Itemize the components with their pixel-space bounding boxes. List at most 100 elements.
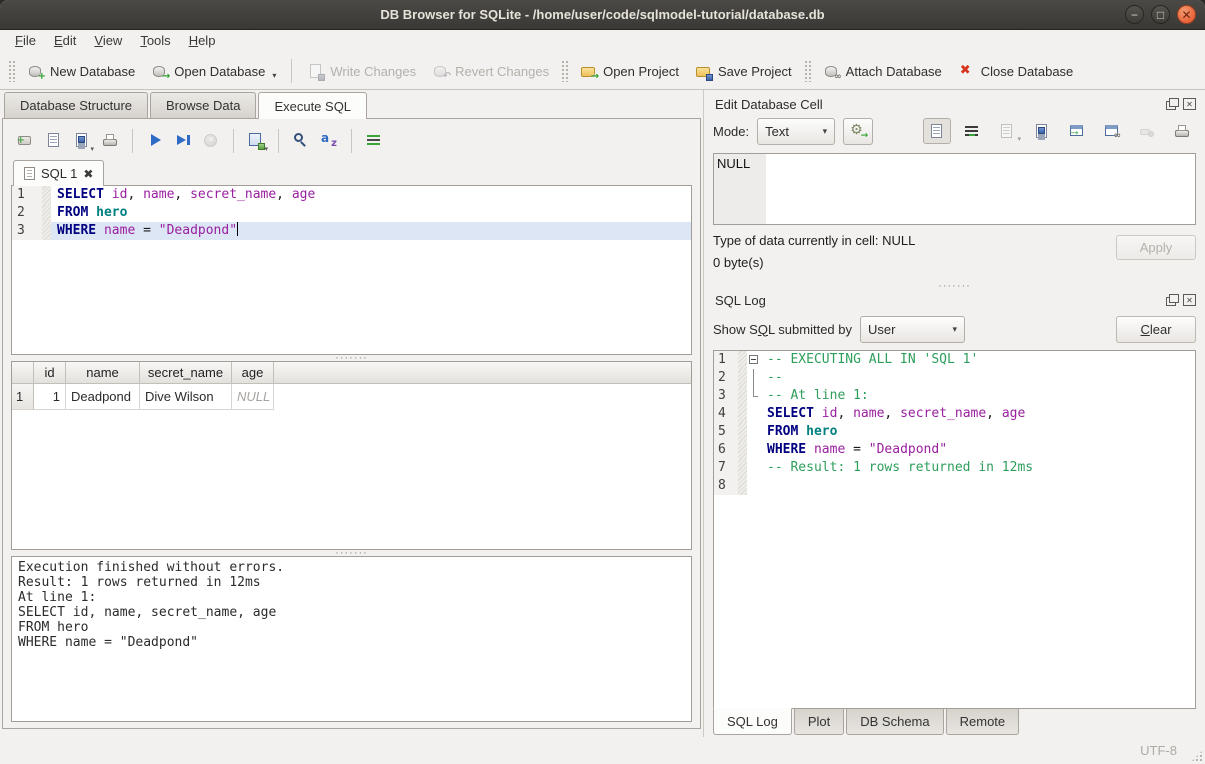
save-sql-button[interactable]: ▾ — [69, 128, 95, 154]
column-header-age[interactable]: age — [232, 362, 274, 383]
line-text: -- At line 1: — [761, 387, 1195, 405]
close-database-button[interactable]: Close Database — [950, 59, 1082, 84]
sql-log-view: 1-- EXECUTING ALL IN 'SQL 1'2--3-- At li… — [713, 350, 1196, 709]
menu-file[interactable]: File — [6, 30, 45, 53]
word-wrap-button[interactable] — [361, 128, 387, 154]
row-header[interactable]: 1 — [12, 384, 34, 410]
word-wrap-icon — [365, 132, 383, 149]
sql-tab-bar: SQL 1 ✖ — [11, 157, 692, 185]
export-cell-button[interactable] — [1028, 118, 1056, 144]
toolbar-separator — [291, 59, 292, 83]
code-line: 3 -- At line 1: — [714, 387, 1195, 405]
toolbar-handle[interactable] — [804, 60, 811, 82]
text-mode-button[interactable] — [923, 118, 951, 144]
float-dock-icon[interactable] — [1166, 98, 1179, 110]
menu-edit[interactable]: Edit — [45, 30, 85, 53]
grid-corner-cell[interactable] — [12, 362, 34, 383]
bottom-tab-sql-log[interactable]: SQL Log — [713, 708, 792, 735]
autocomplete-button[interactable] — [316, 128, 342, 154]
line-text: FROM hero — [761, 423, 1195, 441]
auto-switch-mode-button[interactable] — [843, 118, 873, 145]
table-cell[interactable]: Deadpond — [66, 384, 140, 410]
close-button[interactable]: ✕ — [1177, 5, 1196, 24]
fold-marker — [747, 369, 761, 387]
close-tab-icon[interactable]: ✖ — [83, 167, 93, 181]
fold-margin — [738, 423, 747, 441]
column-header-id[interactable]: id — [34, 362, 66, 383]
open-project-button[interactable]: Open Project — [572, 59, 687, 84]
encoding-indicator[interactable]: UTF-8 — [1140, 743, 1195, 758]
tab-execute-sql[interactable]: Execute SQL — [258, 92, 367, 119]
open-sql-button[interactable] — [41, 128, 67, 154]
table-cell[interactable]: 1 — [34, 384, 66, 410]
apply-button[interactable]: Apply — [1116, 235, 1196, 260]
line-number: 3 — [714, 387, 738, 405]
toolbar-separator — [351, 129, 352, 153]
tab-browse-data[interactable]: Browse Data — [150, 92, 256, 118]
chevron-down-icon[interactable]: ▾ — [90, 145, 94, 153]
bottom-tab-db-schema[interactable]: DB Schema — [846, 709, 943, 735]
title-bar[interactable]: DB Browser for SQLite - /home/user/code/… — [0, 0, 1205, 30]
open-database-button[interactable]: Open Database▾ — [143, 59, 284, 84]
fold-marker[interactable] — [747, 351, 761, 369]
fold-margin — [738, 351, 747, 369]
toolbar-handle[interactable] — [8, 60, 15, 82]
null-cell-button[interactable] — [1133, 118, 1161, 144]
fold-marker — [747, 441, 761, 459]
close-dock-icon[interactable]: ✕ — [1183, 294, 1196, 306]
toolbar-handle[interactable] — [561, 60, 568, 82]
find-button[interactable] — [288, 128, 314, 154]
new-database-button[interactable]: New Database — [19, 59, 143, 84]
column-header-secret-name[interactable]: secret_name — [140, 362, 232, 383]
main-toolbar: New DatabaseOpen Database▾ Write ChangesR… — [0, 53, 1205, 90]
filter-label: Show SQL submitted by — [713, 322, 852, 337]
stop-button[interactable] — [198, 128, 224, 154]
open-external-button[interactable] — [1063, 118, 1091, 144]
write-changes-icon — [307, 63, 325, 80]
revert-changes-button[interactable]: Revert Changes — [424, 59, 557, 84]
clear-button[interactable]: Clear — [1116, 316, 1196, 343]
execute-line-button[interactable] — [170, 128, 196, 154]
fold-margin — [738, 477, 747, 495]
line-number: 2 — [12, 204, 42, 222]
sql-tab[interactable]: SQL 1 ✖ — [13, 160, 104, 186]
cell-editor[interactable]: NULL — [713, 153, 1196, 225]
print-button[interactable] — [97, 128, 123, 154]
mode-select[interactable]: Text ▾ — [757, 118, 835, 145]
bottom-tab-plot[interactable]: Plot — [794, 709, 844, 735]
chevron-down-icon[interactable]: ▾ — [272, 71, 276, 80]
maximize-button[interactable]: □ — [1151, 5, 1170, 24]
menu-view[interactable]: View — [85, 30, 131, 53]
link-cell-button[interactable] — [1098, 118, 1126, 144]
menu-tools[interactable]: Tools — [131, 30, 179, 53]
save-project-button[interactable]: Save Project — [687, 59, 800, 84]
table-cell[interactable]: NULL — [232, 384, 274, 410]
print-button[interactable] — [1168, 118, 1196, 144]
import-cell-button[interactable]: ▾ — [993, 118, 1021, 144]
fold-collapse-icon[interactable] — [749, 355, 758, 364]
revert-changes-icon — [432, 63, 450, 80]
gear-icon — [849, 123, 867, 140]
new-tab-button[interactable] — [13, 128, 39, 154]
close-dock-icon[interactable]: ✕ — [1183, 98, 1196, 110]
tab-database-structure[interactable]: Database Structure — [4, 92, 148, 118]
cell-wrap-button[interactable] — [958, 118, 986, 144]
chevron-down-icon: ▾ — [823, 126, 828, 137]
chevron-down-icon[interactable]: ▾ — [264, 145, 268, 153]
execute-all-button[interactable] — [142, 128, 168, 154]
export-button[interactable]: ▾ — [243, 128, 269, 154]
line-number: 7 — [714, 459, 738, 477]
attach-database-button[interactable]: Attach Database — [815, 59, 950, 84]
float-dock-icon[interactable] — [1166, 294, 1179, 306]
cell-mode-row: Mode: Text ▾ ▾ — [713, 115, 1196, 147]
table-cell[interactable]: Dive Wilson — [140, 384, 232, 410]
minimize-button[interactable]: − — [1125, 5, 1144, 24]
column-header-name[interactable]: name — [66, 362, 140, 383]
submitted-by-select[interactable]: User ▾ — [860, 316, 965, 343]
menu-help[interactable]: Help — [180, 30, 225, 53]
fold-marker — [747, 459, 761, 477]
bottom-tab-remote[interactable]: Remote — [946, 709, 1020, 735]
line-number: 4 — [714, 405, 738, 423]
write-changes-button[interactable]: Write Changes — [299, 59, 424, 84]
sql-editor[interactable]: 1SELECT id, name, secret_name, age2FROM … — [11, 185, 692, 355]
